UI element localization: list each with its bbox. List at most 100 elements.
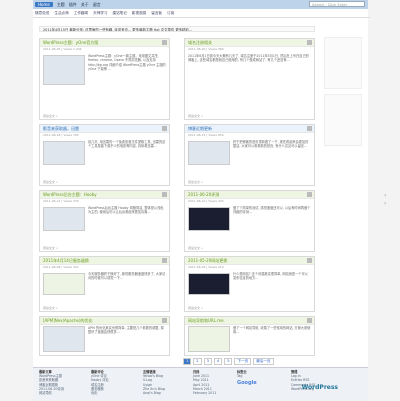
footer-tag[interactable]: Tag — [237, 374, 247, 378]
category-link[interactable]: 建站笔记 — [113, 11, 127, 16]
read-more-link[interactable]: 阅读全文 » — [43, 246, 58, 250]
comment-count-icon — [162, 40, 167, 45]
comment-count-icon — [307, 40, 312, 45]
post-meta: 2011-06-25 | Views 1,234 — [43, 47, 82, 51]
top-navigation: Home 主题 插件 关于 留言 Search · Click Enter — [33, 0, 368, 9]
read-more-link[interactable]: 阅读全文 » — [188, 246, 203, 250]
post-thumbnail[interactable] — [43, 141, 85, 165]
next-page-link[interactable]: 下一页 — [234, 358, 252, 365]
nav-about[interactable]: 关于 — [81, 2, 89, 8]
page-link[interactable]: 5 — [224, 358, 233, 365]
category-bar: 随意说说 生活点滴 工作趣闻 天神学习 建站笔记 影视观感 留言板 订阅 — [33, 10, 370, 18]
comment-count-icon — [307, 192, 312, 197]
post-title[interactable]: [APM]Nex(Apache)的优化 — [40, 317, 169, 325]
category-link[interactable]: 工作趣闻 — [74, 11, 88, 16]
footer-latest-comments: 最新评论 yOne 评论 Hooby 评论 域名注册 服务器换 优化 — [91, 370, 109, 395]
comment-count-icon — [307, 318, 312, 323]
sidebar-widget — [324, 37, 362, 89]
post-title[interactable]: 域名注册相关 — [185, 39, 314, 47]
footer-link[interactable]: 优化 — [91, 391, 109, 395]
nav-plugins[interactable]: 插件 — [69, 2, 77, 8]
page-link-current[interactable]: 1 — [183, 358, 192, 365]
sidebar-widget — [324, 94, 362, 146]
post-thumbnail[interactable] — [188, 141, 230, 165]
read-more-link[interactable]: 阅读全文 » — [188, 114, 203, 118]
post-meta: 2011-06-10 | Views 432 — [188, 199, 224, 203]
wordpress-logo[interactable]: WordPress — [302, 384, 338, 391]
pagination: 1 2 3 4 5 下一页 最后一页 — [183, 358, 274, 365]
post-title[interactable]: 2011-05-20网站更换 — [185, 257, 314, 265]
post-card[interactable]: WordPress后台主题：Hooby 2011-06-12 | Views 5… — [39, 190, 170, 252]
post-meta: 2011-06-20 | Views 980 — [188, 47, 224, 51]
sidebar — [324, 37, 362, 151]
post-title[interactable]: 2011年4月14日服务器换 — [40, 257, 169, 265]
post-card[interactable]: 网站导航和URL.me 做了一个网站导航, 收集了一些常用的网站, 方便大家使用… — [184, 316, 315, 356]
category-link[interactable]: 随意说说 — [35, 11, 49, 16]
post-excerpt: 终于把博客的首页重新做了一下, 现在看起来会更加的整洁, 大家可以看看新的首页,… — [233, 140, 309, 149]
category-link[interactable]: 生活点滴 — [54, 11, 68, 16]
post-excerpt: 做了一个网站导航, 收集了一些常用的网站, 方便大家使用... — [233, 326, 311, 335]
post-card[interactable]: [APM]Nex(Apache)的优化 APM 的优化其实也很简单, 主要是几个… — [39, 316, 170, 356]
category-link[interactable]: 影视观感 — [132, 11, 146, 16]
main-nav: Home 主题 插件 关于 留言 — [35, 1, 101, 8]
nav-themes[interactable]: 主题 — [57, 2, 65, 8]
post-card[interactable]: 域名注册相关 2011-06-20 | Views 980 2011年6月1日到… — [184, 38, 315, 120]
post-meta: 2011-06-05 | Views 210 — [188, 265, 224, 269]
comment-count-icon — [162, 258, 167, 263]
footer-link[interactable]: Anqi's Blog — [143, 391, 165, 395]
category-link[interactable]: 天神学习 — [93, 11, 107, 16]
scroll-arrows-icon[interactable]: ‹ › — [384, 192, 390, 208]
category-link[interactable]: 留言板 — [151, 11, 162, 16]
post-thumbnail[interactable] — [43, 273, 85, 295]
read-more-link[interactable]: 阅读全文 » — [188, 306, 203, 310]
nav-home[interactable]: Home — [35, 2, 53, 7]
post-title[interactable]: WordPress后台主题：Hooby — [40, 191, 169, 199]
category-link[interactable]: 订阅 — [167, 11, 174, 16]
post-title[interactable]: WordPress主题：yOne官方版 — [40, 39, 169, 47]
post-card[interactable]: 2011-06-20评测 2011-06-10 | Views 432 做了个简… — [184, 190, 315, 252]
post-excerpt: 什么是网站? 这个问题其实很简单, 网站就是一个可以发布信息的地方... — [233, 272, 308, 281]
read-more-link[interactable]: 阅读全文 » — [188, 180, 203, 184]
comment-count-icon — [162, 126, 167, 131]
post-title[interactable]: 博客近期更新 — [185, 125, 314, 133]
post-card[interactable]: 2011年4月14日服务器换 2011-06-08 | Views 321 今天… — [39, 256, 170, 312]
post-excerpt: 今天服务器终于换好了, 新的服务器速度快多了, 大家访问的时候可以感觉一下... — [88, 272, 166, 281]
post-thumbnail[interactable] — [188, 207, 230, 231]
post-meta: 2011-06-18 | Views 765 — [43, 133, 79, 137]
post-card[interactable]: WordPress主题：yOne官方版 2011-06-25 | Views 1… — [39, 38, 170, 120]
post-thumbnail[interactable] — [188, 273, 230, 295]
footer-friend-links: 友情链接 Yahoo's Blog V-Log Uyigh Zhe Xu's B… — [143, 370, 165, 395]
footer-link[interactable]: Hooby 评论 — [91, 378, 109, 382]
footer-latest-posts: 最新文章 WordPress主题 影音来获取器 博客近期更新 2011-06-2… — [39, 370, 64, 395]
post-title[interactable]: 影音来获取器，迅雷 — [40, 125, 169, 133]
comment-count-icon — [162, 318, 167, 323]
nav-message[interactable]: 留言 — [93, 2, 101, 8]
post-excerpt: 2011年6月1日到今天大概有几天了, 域名注册于2011年5月1日, 然后在上… — [188, 54, 309, 63]
post-excerpt: 做了个简单的测试, 感觉速度还可以, 以后有时间再做个详细的评测... — [233, 206, 311, 215]
comment-count-icon — [162, 192, 167, 197]
read-more-link[interactable]: 阅读全文 » — [43, 306, 58, 310]
read-more-link[interactable]: 阅读全文 » — [43, 114, 58, 118]
footer-link[interactable]: February 2011 — [193, 391, 216, 395]
post-meta: 2011-06-15 | Views 654 — [188, 133, 224, 137]
footer-tags: 标签云 Tag — [237, 370, 247, 378]
post-thumbnail[interactable] — [43, 55, 85, 85]
post-card[interactable]: 影音来获取器，迅雷 2011-06-18 | Views 765 前几天, 用迅… — [39, 124, 170, 186]
post-title[interactable]: 网站导航和URL.me — [185, 317, 314, 325]
post-card[interactable]: 2011-05-20网站更换 2011-06-05 | Views 210 什么… — [184, 256, 315, 312]
read-more-link[interactable]: 阅读全文 » — [43, 180, 58, 184]
post-excerpt: 前几天, 用迅雷的一个免费影音文件提取工具, 迅雷的这个工具是能下载不少的电影等… — [88, 140, 166, 149]
post-thumbnail[interactable] — [188, 326, 230, 352]
post-thumbnail[interactable] — [43, 207, 85, 231]
post-meta: 2011-06-12 | Views 543 — [43, 199, 79, 203]
search-input[interactable]: Search · Click Enter — [309, 1, 365, 7]
page-link[interactable]: 2 — [193, 358, 202, 365]
post-thumbnail[interactable] — [43, 326, 85, 352]
last-page-link[interactable]: 最后一页 — [253, 358, 274, 365]
post-card[interactable]: 博客近期更新 2011-06-15 | Views 654 终于把博客的首页重新… — [184, 124, 315, 186]
google-logo[interactable]: Google — [237, 380, 257, 386]
footer-link[interactable]: 网站导航 — [39, 391, 64, 395]
post-title[interactable]: 2011-06-20评测 — [185, 191, 314, 199]
page-link[interactable]: 4 — [213, 358, 223, 365]
page-link[interactable]: 3 — [203, 358, 212, 365]
